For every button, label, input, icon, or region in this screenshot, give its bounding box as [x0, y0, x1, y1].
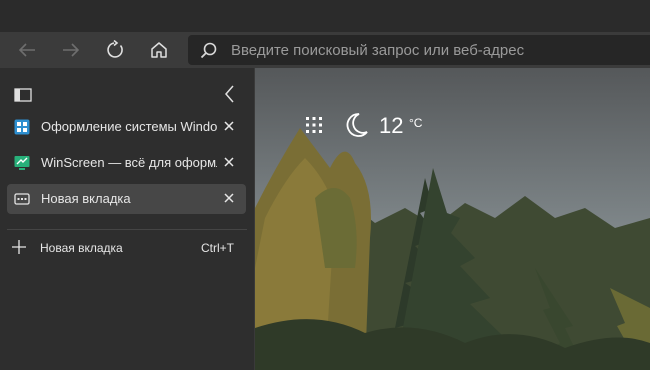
- tab-actions-menu-button[interactable]: [14, 88, 32, 107]
- monitor-favicon-icon: [14, 156, 30, 170]
- tab-item[interactable]: Оформление системы Windows: [7, 112, 246, 142]
- refresh-button[interactable]: [100, 36, 130, 64]
- new-tab-shortcut: Ctrl+T: [201, 241, 234, 255]
- forward-button[interactable]: [56, 36, 86, 64]
- temperature-unit: °C: [409, 116, 423, 130]
- refresh-icon: [107, 40, 123, 58]
- close-tab-icon[interactable]: [223, 120, 235, 132]
- back-arrow-icon: [18, 43, 35, 57]
- tab-item[interactable]: WinScreen — всё для оформления: [7, 148, 246, 178]
- new-tab-button[interactable]: Новая вкладка Ctrl+T: [7, 232, 246, 264]
- tab-title: Оформление системы Windows: [41, 119, 217, 134]
- address-placeholder: Введите поисковый запрос или веб-адрес: [231, 42, 525, 59]
- tab-title: Новая вкладка: [41, 191, 131, 206]
- forest-background-image: [255, 68, 650, 370]
- newtab-favicon-icon: [14, 193, 30, 205]
- new-tab-background: [255, 68, 650, 370]
- forward-arrow-icon: [63, 43, 80, 57]
- new-tab-label: Новая вкладка: [40, 241, 123, 255]
- temperature-value: 12: [379, 113, 404, 138]
- title-bar: [0, 0, 650, 32]
- app-launcher-icon[interactable]: [305, 116, 323, 134]
- plus-icon: [12, 240, 26, 254]
- tab-item-active[interactable]: Новая вкладка: [7, 184, 246, 214]
- back-button[interactable]: [12, 36, 42, 64]
- search-icon: [200, 42, 217, 59]
- grid-favicon-icon: [14, 119, 30, 135]
- collapse-pane-button[interactable]: [222, 84, 238, 109]
- tab-title: WinScreen — всё для оформления: [41, 155, 217, 170]
- navigation-toolbar: Введите поисковый запрос или веб-адрес: [0, 32, 650, 68]
- home-icon: [151, 42, 167, 58]
- address-bar[interactable]: Введите поисковый запрос или веб-адрес: [188, 35, 650, 65]
- sidebar-panel-icon: [14, 88, 32, 102]
- close-tab-icon[interactable]: [223, 156, 235, 168]
- chevron-left-icon: [225, 85, 234, 103]
- close-tab-icon[interactable]: [223, 192, 235, 204]
- home-button[interactable]: [144, 36, 174, 64]
- divider: [7, 229, 247, 230]
- moon-icon: [346, 113, 368, 137]
- vertical-tabs-panel: Оформление системы Windows WinScreen — в…: [0, 68, 255, 370]
